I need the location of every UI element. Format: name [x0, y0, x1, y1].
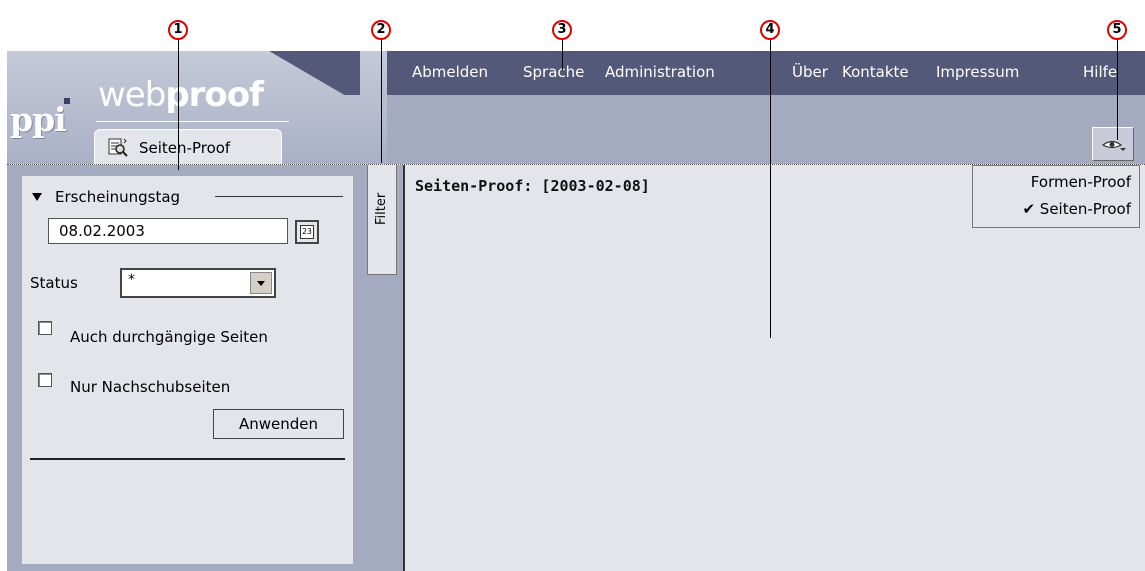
callout-line-3 — [562, 40, 563, 70]
webproof-logo-suffix: proof — [165, 75, 264, 115]
logo-underline — [96, 121, 289, 122]
date-input[interactable] — [48, 218, 288, 244]
nav-administration[interactable]: Administration — [605, 63, 715, 81]
callout-5: 5 — [1107, 20, 1127, 40]
nav-imprint[interactable]: Impressum — [936, 63, 1019, 81]
filter-toggle-tab[interactable]: Filter — [367, 165, 397, 275]
checkbox-label-auch-durchgaengige-seiten: Auch durchgängige Seiten — [70, 328, 268, 346]
chevron-down-icon[interactable] — [250, 272, 272, 294]
status-select-value: * — [128, 272, 135, 288]
ppi-logo-dot — [64, 98, 70, 104]
callout-1: 1 — [168, 20, 188, 40]
secondary-toolbar — [387, 95, 1145, 164]
document-search-icon — [108, 138, 128, 157]
tab-seiten-proof[interactable]: Seiten-Proof — [94, 129, 282, 164]
menu-item-formen-proof[interactable]: Formen-Proof — [1031, 173, 1131, 191]
view-menu: Formen-Proof ✔ Seiten-Proof — [972, 165, 1140, 228]
nav-language[interactable]: Sprache — [523, 63, 584, 81]
nav-contacts[interactable]: Kontakte — [842, 63, 909, 81]
status-label: Status — [30, 274, 78, 292]
check-icon: ✔ — [1022, 200, 1036, 218]
section-header-line — [215, 196, 343, 197]
callout-line-1 — [178, 40, 179, 170]
nav-logout[interactable]: Abmelden — [412, 63, 488, 81]
checkbox-auch-durchgaengige-seiten[interactable] — [38, 321, 52, 335]
callout-4: 4 — [760, 20, 780, 40]
nav-help[interactable]: Hilfe — [1083, 63, 1117, 81]
webproof-logo-prefix: web — [98, 75, 166, 115]
tab-label: Seiten-Proof — [139, 139, 231, 157]
view-switch-button[interactable] — [1092, 127, 1134, 161]
filter-bottom-divider — [30, 458, 345, 460]
callout-line-4 — [770, 40, 771, 338]
calendar-button[interactable]: 23 — [295, 220, 319, 244]
collapse-triangle-icon[interactable] — [32, 193, 42, 201]
nav-about[interactable]: Über — [792, 63, 828, 81]
section-title-erscheinungstag: Erscheinungstag — [55, 188, 181, 206]
page-title: Seiten-Proof: [2003-02-08] — [415, 177, 650, 195]
calendar-icon: 23 — [300, 225, 314, 239]
callout-3: 3 — [552, 20, 572, 40]
callout-line-2 — [381, 40, 382, 163]
status-select[interactable]: * — [120, 268, 276, 298]
menu-item-seiten-proof[interactable]: ✔ Seiten-Proof — [1022, 200, 1131, 218]
callout-line-5 — [1117, 40, 1118, 140]
apply-button[interactable]: Anwenden — [213, 409, 344, 439]
filter-tab-label: Filter — [374, 192, 389, 225]
eye-dropdown-icon — [1101, 140, 1126, 151]
menu-item-seiten-proof-label: Seiten-Proof — [1039, 200, 1131, 218]
checkbox-nur-nachschubseiten[interactable] — [38, 373, 52, 387]
ppi-logo: ppi — [10, 100, 67, 139]
checkbox-label-nur-nachschubseiten: Nur Nachschubseiten — [70, 378, 231, 396]
callout-2: 2 — [371, 20, 391, 40]
webproof-logo: webproof — [98, 75, 264, 115]
